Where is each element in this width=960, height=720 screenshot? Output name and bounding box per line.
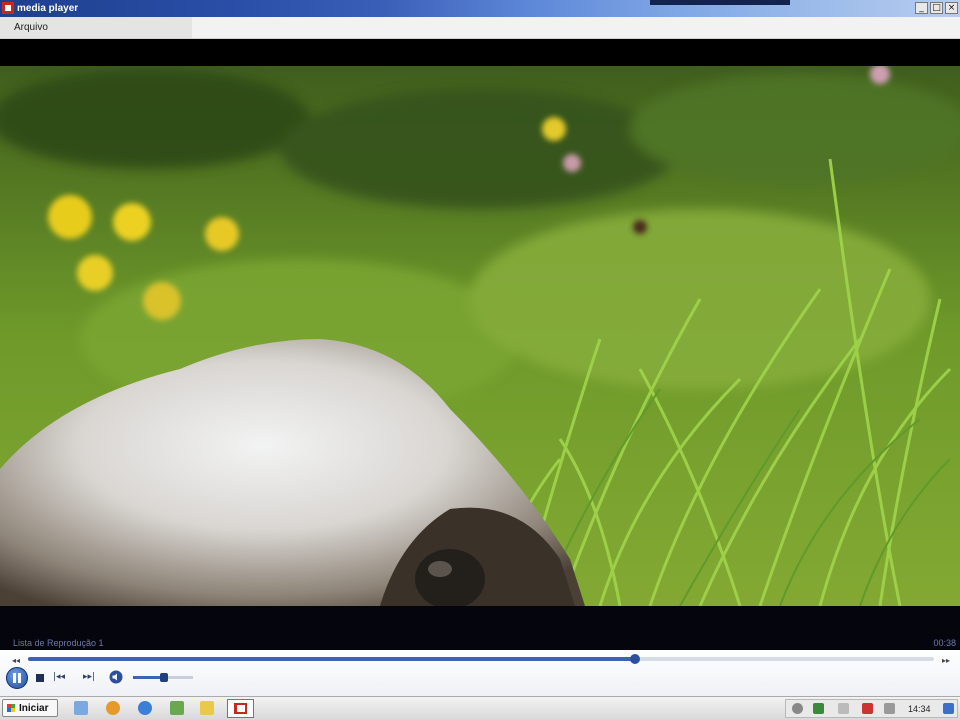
menu-bar: Arquivo <box>0 17 960 39</box>
windows-logo-icon <box>7 704 15 712</box>
start-label: Iniciar <box>19 703 49 714</box>
volume-slider[interactable] <box>133 673 193 682</box>
elapsed-time: 00:38 <box>933 638 956 648</box>
next-icon[interactable]: ▸▸| <box>83 672 95 682</box>
title-bar: media player _ □ × <box>0 0 960 17</box>
quicklaunch-media-icon[interactable] <box>106 701 120 715</box>
video-display[interactable] <box>0 39 960 606</box>
seek-back-button[interactable]: ◂◂ <box>12 656 20 665</box>
window-title: media player <box>17 3 79 14</box>
tray-app-icon[interactable] <box>813 703 824 714</box>
pause-button[interactable] <box>6 667 28 689</box>
tray-network-icon[interactable] <box>838 703 849 714</box>
minimize-button[interactable]: _ <box>915 2 928 14</box>
previous-icon[interactable]: |◂◂ <box>53 672 65 682</box>
start-button[interactable]: Iniciar <box>2 699 58 717</box>
tray-security-icon[interactable] <box>862 703 873 714</box>
seek-forward-button[interactable]: ▸▸ <box>942 656 950 665</box>
quicklaunch-app-icon[interactable] <box>170 701 184 715</box>
playlist-name[interactable]: Lista de Reprodução 1 <box>13 638 104 648</box>
taskbar-media-player-button[interactable] <box>227 699 254 718</box>
video-frame <box>0 39 960 606</box>
control-bar: ◂◂ ▸▸ |◂◂ ▸▸| <box>0 650 960 696</box>
tray-desktop-icon[interactable] <box>943 703 954 714</box>
close-button[interactable]: × <box>945 2 958 14</box>
clock: 14:34 <box>908 704 931 714</box>
media-player-task-icon <box>234 703 247 714</box>
seek-bar[interactable] <box>28 654 934 664</box>
menu-item-arquivo[interactable]: Arquivo <box>14 22 48 33</box>
playlist-bar: Lista de Reprodução 1 00:38 <box>0 606 960 650</box>
volume-thumb[interactable] <box>160 673 169 682</box>
seek-thumb[interactable] <box>630 654 641 664</box>
media-player-app-icon <box>2 2 14 14</box>
quicklaunch-desktop-icon[interactable] <box>74 701 88 715</box>
pause-icon <box>13 673 16 683</box>
quicklaunch-browser-icon[interactable] <box>138 701 152 715</box>
maximize-button[interactable]: □ <box>930 2 943 14</box>
taskbar: Iniciar 14:34 <box>0 696 960 720</box>
tray-status-icon[interactable] <box>792 703 803 714</box>
quicklaunch-folder-icon[interactable] <box>200 701 214 715</box>
window-controls: _ □ × <box>915 2 958 14</box>
seek-progress <box>28 657 636 661</box>
tray-speaker-icon[interactable] <box>884 703 895 714</box>
volume-icon[interactable] <box>109 670 123 684</box>
stop-icon[interactable] <box>36 674 44 682</box>
system-tray: 14:34 <box>785 699 958 718</box>
title-decoration <box>650 0 790 5</box>
